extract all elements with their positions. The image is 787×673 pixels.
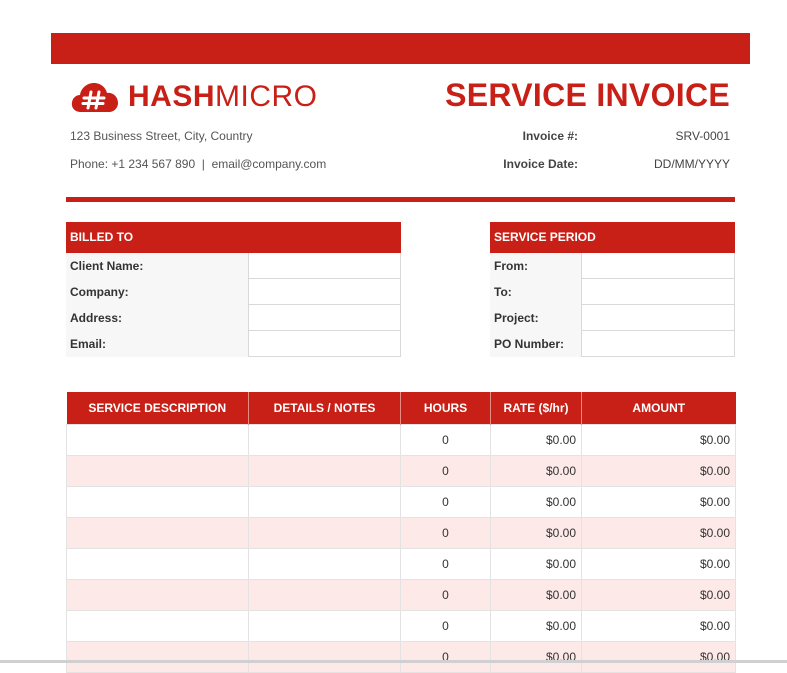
column-header-hours: HOURS — [400, 392, 491, 425]
field-label: Client Name: — [66, 253, 248, 279]
field-label: PO Number: — [490, 331, 581, 357]
service-period-heading: SERVICE PERIOD — [490, 222, 735, 253]
po-number-field[interactable] — [581, 331, 735, 357]
field-label: Address: — [66, 305, 248, 331]
rate-cell[interactable]: $0.00 — [490, 486, 582, 518]
field-label: Company: — [66, 279, 248, 305]
table-row: 0 $0.00 $0.00 — [66, 517, 736, 549]
rate-cell[interactable]: $0.00 — [490, 517, 582, 549]
address-field[interactable] — [248, 305, 401, 331]
invoice-date-value[interactable]: DD/MM/YYYY — [620, 157, 730, 171]
description-cell[interactable] — [66, 641, 249, 673]
table-row: 0 $0.00 $0.00 — [66, 641, 736, 673]
rate-cell[interactable]: $0.00 — [490, 610, 582, 642]
invoice-date-label: Invoice Date: — [503, 157, 578, 171]
invoice-title: SERVICE INVOICE — [445, 77, 730, 113]
billed-to-row: Client Name: — [66, 253, 401, 279]
rate-cell[interactable]: $0.00 — [490, 424, 582, 456]
service-items-table: SERVICE DESCRIPTION DETAILS / NOTES HOUR… — [66, 392, 736, 673]
details-cell[interactable] — [248, 424, 401, 456]
details-cell[interactable] — [248, 641, 401, 673]
description-cell[interactable] — [66, 486, 249, 518]
table-row: 0 $0.00 $0.00 — [66, 486, 736, 518]
details-cell[interactable] — [248, 517, 401, 549]
field-label: Email: — [66, 331, 248, 357]
service-period-row: Project: — [490, 305, 735, 331]
company-logo: HASHMICRO — [70, 80, 318, 114]
hours-cell[interactable]: 0 — [400, 548, 491, 580]
company-field[interactable] — [248, 279, 401, 305]
project-field[interactable] — [581, 305, 735, 331]
invoice-number-value[interactable]: SRV-0001 — [620, 129, 731, 143]
amount-cell: $0.00 — [581, 424, 736, 456]
description-cell[interactable] — [66, 424, 249, 456]
cloud-hash-icon — [71, 83, 118, 112]
table-row: 0 $0.00 $0.00 — [66, 455, 736, 487]
description-cell[interactable] — [66, 610, 249, 642]
column-header-amount: AMOUNT — [581, 392, 736, 425]
description-cell[interactable] — [66, 517, 249, 549]
description-cell[interactable] — [66, 579, 249, 611]
details-cell[interactable] — [248, 486, 401, 518]
to-date-field[interactable] — [581, 279, 735, 305]
billed-to-heading: BILLED TO — [66, 222, 401, 253]
amount-cell: $0.00 — [581, 548, 736, 580]
service-period-row: PO Number: — [490, 331, 735, 357]
amount-cell: $0.00 — [581, 455, 736, 487]
details-cell[interactable] — [248, 579, 401, 611]
billed-to-section: BILLED TO Client Name: Company: Address:… — [66, 222, 401, 357]
hours-cell[interactable]: 0 — [400, 424, 491, 456]
hours-cell[interactable]: 0 — [400, 517, 491, 549]
hours-cell[interactable]: 0 — [400, 579, 491, 611]
billed-to-row: Email: — [66, 331, 401, 357]
hours-cell[interactable]: 0 — [400, 486, 491, 518]
billed-to-row: Company: — [66, 279, 401, 305]
invoice-page: HASHMICRO SERVICE INVOICE 123 Business S… — [51, 33, 750, 673]
details-cell[interactable] — [248, 610, 401, 642]
logo-word-hash: HASH — [128, 80, 216, 113]
column-header-description: SERVICE DESCRIPTION — [66, 392, 249, 425]
rate-cell[interactable]: $0.00 — [490, 548, 582, 580]
amount-cell: $0.00 — [581, 579, 736, 611]
company-address: 123 Business Street, City, Country — [70, 129, 253, 143]
hours-cell[interactable]: 0 — [400, 641, 491, 673]
company-contact: Phone: +1 234 567 890 | email@company.co… — [70, 157, 327, 171]
table-row: 0 $0.00 $0.00 — [66, 424, 736, 456]
hours-cell[interactable]: 0 — [400, 455, 491, 487]
rate-cell[interactable]: $0.00 — [490, 579, 582, 611]
from-date-field[interactable] — [581, 253, 735, 279]
amount-cell: $0.00 — [581, 517, 736, 549]
amount-cell: $0.00 — [581, 610, 736, 642]
table-header-row: SERVICE DESCRIPTION DETAILS / NOTES HOUR… — [66, 392, 736, 425]
field-label: Project: — [490, 305, 581, 331]
invoice-number-label: Invoice #: — [522, 129, 578, 143]
description-cell[interactable] — [66, 455, 249, 487]
client-name-field[interactable] — [248, 253, 401, 279]
header-divider — [66, 197, 735, 202]
rate-cell[interactable]: $0.00 — [490, 455, 582, 487]
service-period-row: To: — [490, 279, 735, 305]
column-header-rate: RATE ($/hr) — [490, 392, 582, 425]
service-period-row: From: — [490, 253, 735, 279]
table-row: 0 $0.00 $0.00 — [66, 548, 736, 580]
description-cell[interactable] — [66, 548, 249, 580]
table-row: 0 $0.00 $0.00 — [66, 579, 736, 611]
field-label: To: — [490, 279, 581, 305]
amount-cell: $0.00 — [581, 486, 736, 518]
table-row: 0 $0.00 $0.00 — [66, 610, 736, 642]
field-label: From: — [490, 253, 581, 279]
amount-cell: $0.00 — [581, 641, 736, 673]
column-header-details: DETAILS / NOTES — [248, 392, 401, 425]
details-cell[interactable] — [248, 455, 401, 487]
email-field[interactable] — [248, 331, 401, 357]
logo-wordmark: HASHMICRO — [128, 82, 318, 112]
top-accent-bar — [51, 33, 750, 64]
logo-word-micro: MICRO — [215, 80, 318, 113]
rate-cell[interactable]: $0.00 — [490, 641, 582, 673]
service-period-section: SERVICE PERIOD From: To: Project: PO Num… — [490, 222, 735, 357]
billed-to-row: Address: — [66, 305, 401, 331]
details-cell[interactable] — [248, 548, 401, 580]
hours-cell[interactable]: 0 — [400, 610, 491, 642]
